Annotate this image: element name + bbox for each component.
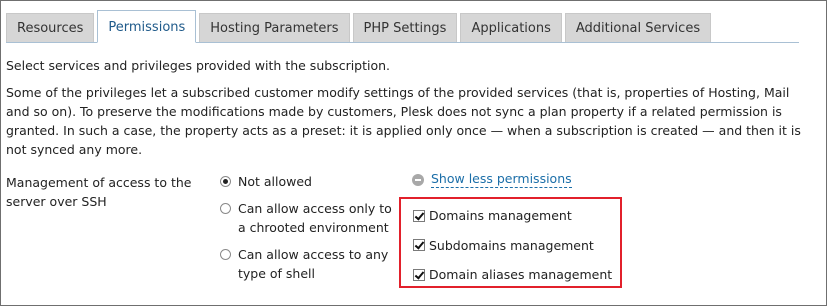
tab-applications[interactable]: Applications	[460, 13, 562, 43]
tab-hosting-parameters[interactable]: Hosting Parameters	[199, 13, 350, 43]
ssh-access-label: Management of access to the server over …	[6, 175, 192, 209]
tab-resources[interactable]: Resources	[6, 13, 95, 43]
intro-text: Select services and privileges provided …	[6, 58, 391, 73]
checkbox-label: Domains management	[429, 208, 572, 223]
ssh-option-any-shell[interactable]: Can allow access to any type of shell	[220, 245, 395, 283]
ssh-radio-group: Not allowed Can allow access only to a c…	[220, 172, 395, 291]
radio-button[interactable]	[220, 176, 231, 187]
checkbox[interactable]	[413, 209, 425, 222]
radio-button[interactable]	[220, 203, 231, 214]
radio-label: Not allowed	[238, 174, 312, 189]
show-less-permissions-toggle[interactable]: Show less permissions	[412, 171, 572, 188]
permission-domains-management[interactable]: Domains management	[413, 206, 612, 225]
checkbox[interactable]	[413, 268, 425, 281]
permission-subdomains-management[interactable]: Subdomains management	[413, 236, 612, 255]
collapse-minus-icon[interactable]	[412, 173, 424, 186]
radio-label: Can allow access only to a chrooted envi…	[238, 201, 392, 235]
notes-paragraph: Some of the privileges let a subscribed …	[6, 85, 801, 157]
permission-domain-aliases-management[interactable]: Domain aliases management	[413, 265, 612, 284]
checkbox[interactable]	[413, 239, 425, 251]
tab-php-settings[interactable]: PHP Settings	[352, 13, 458, 43]
ssh-option-chrooted[interactable]: Can allow access only to a chrooted envi…	[220, 199, 395, 237]
show-less-permissions-link[interactable]: Show less permissions	[431, 171, 572, 188]
permissions-checklist: Domains management Subdomains management…	[413, 206, 612, 295]
checkbox-label: Subdomains management	[429, 237, 594, 253]
checkbox-label: Domain aliases management	[429, 267, 613, 282]
ssh-option-not-allowed[interactable]: Not allowed	[220, 172, 395, 191]
radio-button[interactable]	[220, 249, 231, 260]
tab-bar: Resources Permissions Hosting Parameters…	[6, 10, 714, 43]
radio-label: Can allow access to any type of shell	[238, 247, 389, 281]
tab-additional-services[interactable]: Additional Services	[564, 13, 712, 43]
tab-permissions[interactable]: Permissions	[97, 10, 197, 43]
